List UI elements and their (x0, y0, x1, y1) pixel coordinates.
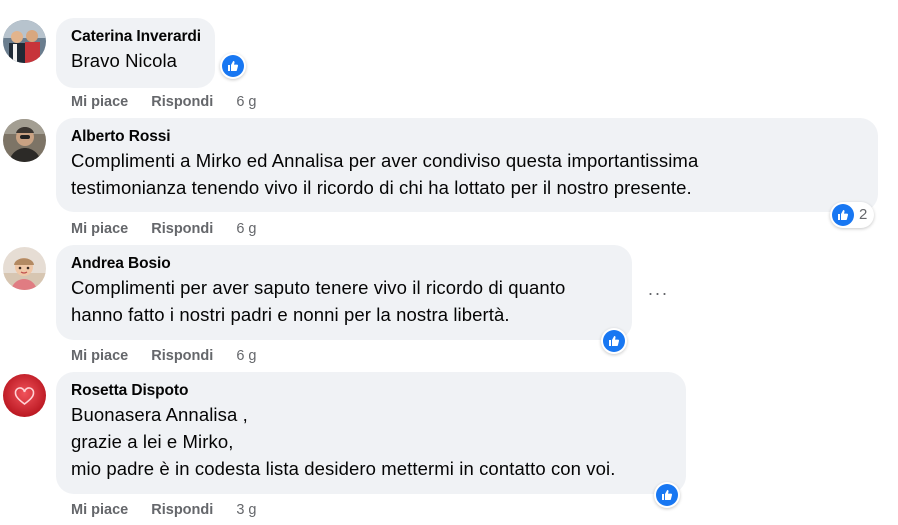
comment-author[interactable]: Caterina Inverardi (71, 27, 201, 47)
reaction-badge[interactable] (654, 482, 680, 508)
comment-text-line: Complimenti a Mirko ed Annalisa per aver… (71, 150, 699, 171)
comment-text-line: grazie a lei e Mirko, (71, 431, 234, 452)
comment-timestamp[interactable]: 6 g (236, 347, 256, 365)
reply-action[interactable]: Rispondi (151, 501, 213, 519)
comment-author[interactable]: Rosetta Dispoto (71, 381, 672, 401)
comment-timestamp[interactable]: 6 g (236, 93, 256, 111)
reply-action[interactable]: Rispondi (151, 93, 213, 111)
comment-actions: Mi piace Rispondi 6 g (71, 220, 256, 238)
comment-text-line: mio padre è in codesta lista desidero me… (71, 458, 616, 479)
like-action[interactable]: Mi piace (71, 220, 128, 238)
like-icon (656, 484, 678, 506)
like-icon (222, 55, 244, 77)
avatar-photo-icon (3, 20, 46, 63)
comment-text-line: hanno fatto i nostri padri e nonni per l… (71, 304, 510, 325)
more-options-icon[interactable]: ··· (642, 283, 674, 303)
comment-text-line: testimonianza tenendo vivo il ricordo di… (71, 177, 692, 198)
avatar-photo-icon (3, 247, 46, 290)
comment-bubble: Caterina Inverardi Bravo Nicola (56, 18, 216, 88)
like-icon (832, 204, 854, 226)
avatar[interactable] (3, 119, 46, 162)
comment-bubble: Rosetta Dispoto Buonasera Annalisa , gra… (56, 372, 686, 494)
avatar[interactable] (3, 20, 46, 63)
comment-actions: Mi piace Rispondi 3 g (71, 501, 256, 519)
comment-bubble: Alberto Rossi Complimenti a Mirko ed Ann… (56, 118, 878, 212)
comment-text-line: Buonasera Annalisa , (71, 404, 248, 425)
avatar-photo-icon (3, 374, 46, 417)
like-action[interactable]: Mi piace (71, 501, 128, 519)
comment-actions: Mi piace Rispondi 6 g (71, 347, 256, 365)
like-icon (603, 330, 625, 352)
comment-timestamp[interactable]: 6 g (236, 220, 256, 238)
reaction-count: 2 (859, 206, 868, 223)
reaction-badge[interactable] (220, 53, 246, 79)
comment-bubble: Andrea Bosio Complimenti per aver saputo… (56, 245, 632, 340)
comment-timestamp[interactable]: 3 g (236, 501, 256, 519)
comment-author[interactable]: Alberto Rossi (71, 127, 864, 147)
comment-author[interactable]: Andrea Bosio (71, 254, 618, 274)
reaction-badge[interactable]: 2 (830, 202, 875, 228)
avatar[interactable] (3, 374, 46, 417)
avatar-photo-icon (3, 119, 46, 162)
reply-action[interactable]: Rispondi (151, 347, 213, 365)
like-action[interactable]: Mi piace (71, 347, 128, 365)
avatar[interactable] (3, 247, 46, 290)
comment-text-line: Complimenti per aver saputo tenere vivo … (71, 277, 566, 298)
comment-actions: Mi piace Rispondi 6 g (71, 93, 256, 111)
comment-text-line: Bravo Nicola (71, 50, 178, 71)
reaction-badge[interactable] (601, 328, 627, 354)
reply-action[interactable]: Rispondi (151, 220, 213, 238)
like-action[interactable]: Mi piace (71, 93, 128, 111)
